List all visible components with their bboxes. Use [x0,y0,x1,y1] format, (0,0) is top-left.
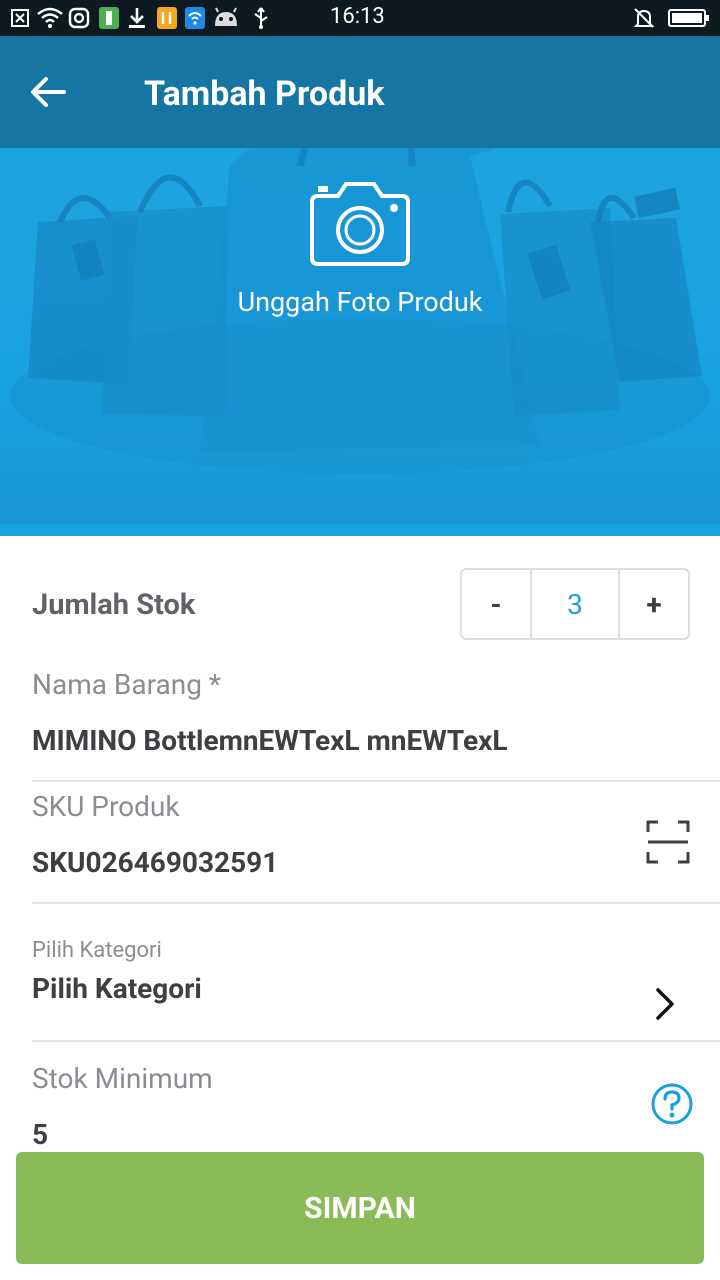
product-name-input[interactable]: MIMINO BottlemnEWTexL mnEWTexL [32,724,508,757]
min-stock-input[interactable]: 5 [32,1118,48,1151]
wifi-icon [37,7,63,28]
app-icon [157,7,177,29]
download-icon [129,8,145,28]
stock-increment-button[interactable]: + [620,570,688,638]
product-name-label: Nama Barang * [32,668,221,701]
chevron-right-icon[interactable] [650,986,682,1022]
status-bar: 16:13 [0,0,720,36]
silent-icon [633,8,655,28]
status-time: 16:13 [330,4,385,29]
android-icon [215,7,237,26]
sku-input[interactable]: SKU026469032591 [32,846,278,879]
divider [32,902,720,904]
stock-row: Jumlah Stok - 3 + [0,560,720,650]
bottom-spacer [0,1264,720,1280]
hero-bottom-strip [0,524,720,536]
usb-icon [254,7,268,29]
upload-photo-label: Unggah Foto Produk [237,286,483,318]
help-icon[interactable] [650,1082,694,1126]
stock-label: Jumlah Stok [32,588,196,622]
min-stock-label: Stok Minimum [32,1062,213,1095]
category-small-label: Pilih Kategori [32,938,162,963]
camera-icon [310,182,410,266]
back-button[interactable] [20,62,76,122]
stock-decrement-button[interactable]: - [462,570,530,638]
divider [32,780,720,782]
upload-photo-button[interactable]: Unggah Foto Produk [220,176,500,376]
wifi-app-icon [185,7,205,29]
battery-icon [668,9,709,27]
page-title: Tambah Produk [144,74,385,114]
category-select[interactable]: Pilih Kategori [32,972,202,1005]
stock-stepper: - 3 + [460,568,690,640]
instagram-icon [68,7,90,29]
battery-app-icon [99,7,119,29]
arrow-left-icon [31,77,66,107]
save-button[interactable]: SIMPAN [16,1152,704,1264]
scan-icon[interactable] [644,818,692,866]
app-bar: Tambah Produk [0,36,720,148]
sku-label: SKU Produk [32,790,180,823]
divider [32,1040,720,1042]
stock-value[interactable]: 3 [530,570,620,638]
notification-icon [11,9,29,27]
